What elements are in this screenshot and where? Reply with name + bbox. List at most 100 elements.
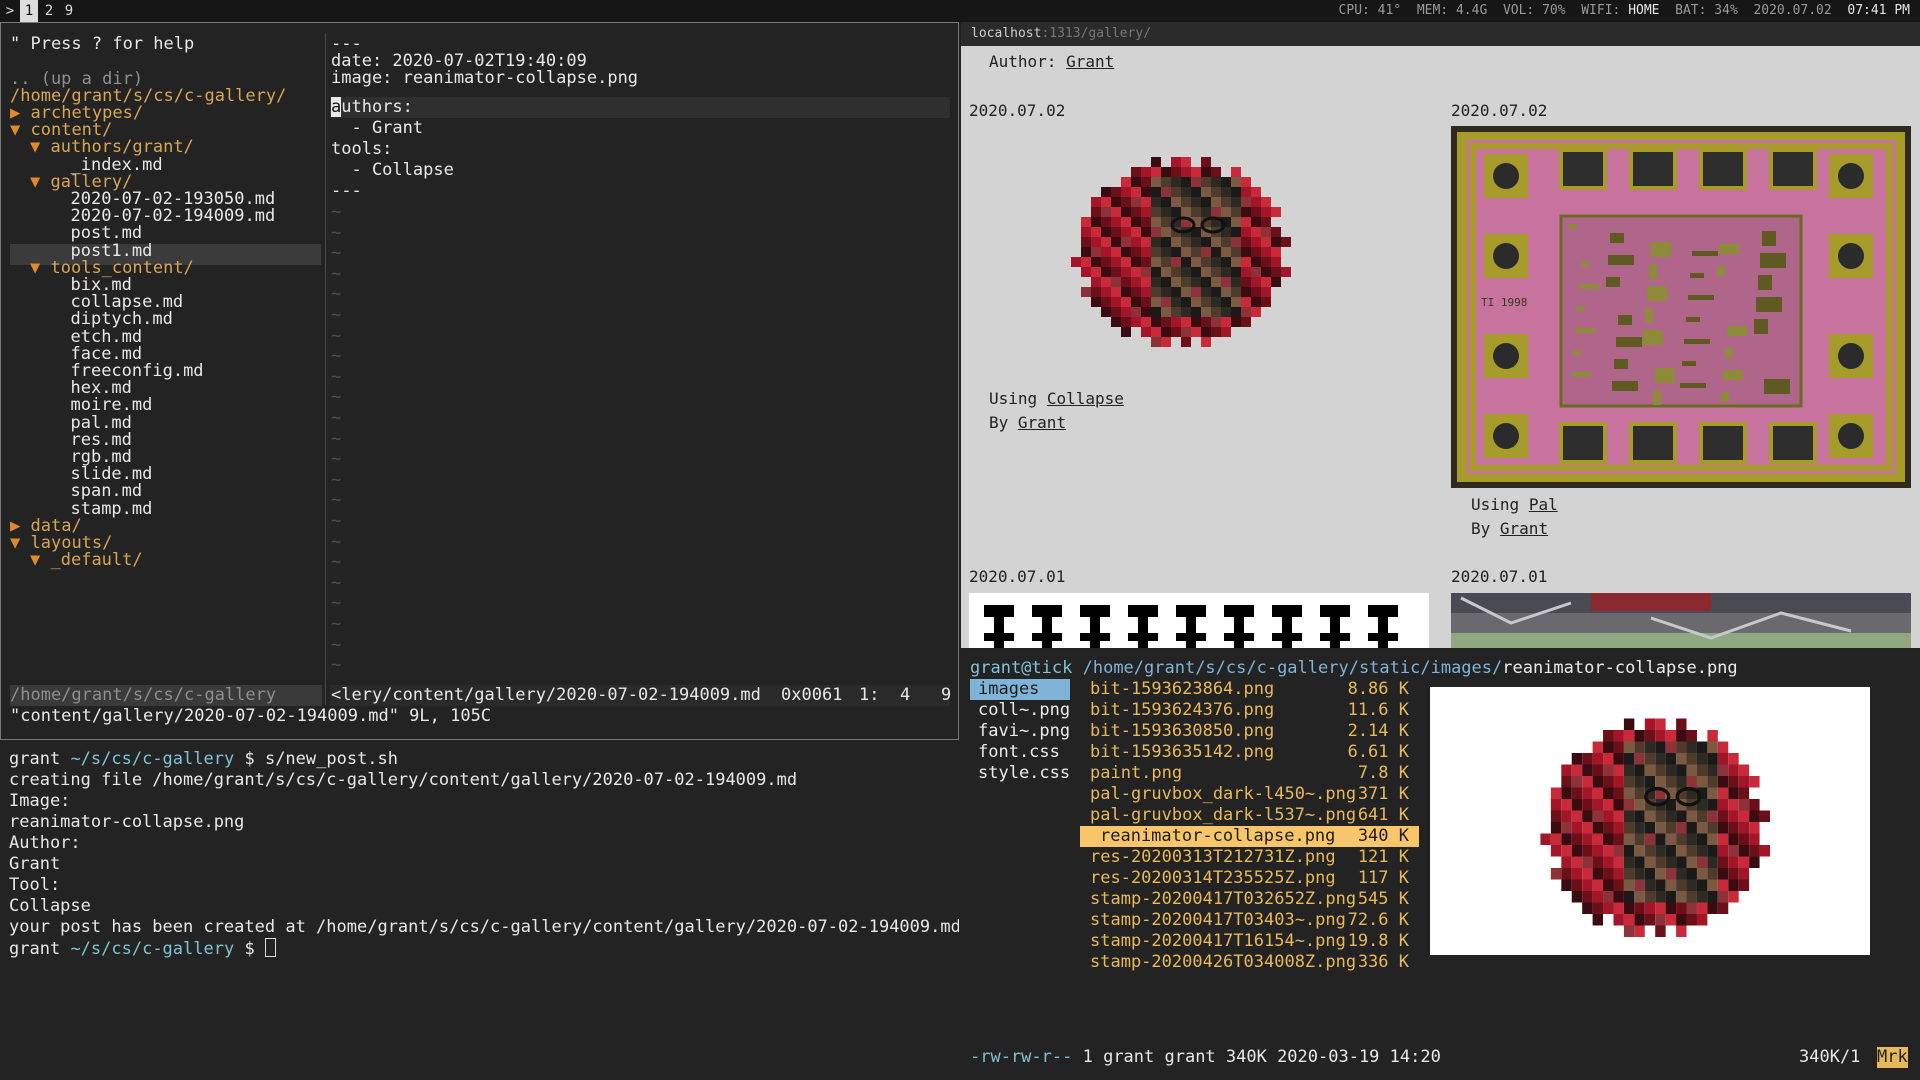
ranger-host: grant@tick — [970, 658, 1073, 678]
empty-line-tilde: ~ — [331, 202, 342, 222]
ranger-file-item[interactable]: bit-1593630850.png 2.14 K — [1080, 721, 1419, 742]
prompt-sigil: $ — [244, 749, 255, 769]
vim-window[interactable]: " Press ? for help .. (up a dir) /home/g… — [0, 22, 959, 740]
ranger-file-manager[interactable]: grant@tick /home/grant/s/cs/c-gallery/st… — [961, 650, 1920, 1080]
ranger-file-item[interactable]: bit-1593635142.png 6.61 K — [1080, 742, 1419, 763]
card-date: 2020.07.02 — [969, 101, 1066, 120]
file-size: 121 K — [1357, 847, 1409, 867]
shell-active-prompt[interactable]: grant ~/s/cs/c-gallery $ — [9, 938, 276, 959]
collapse-portrait-preview — [1540, 718, 1770, 937]
chip-die-image[interactable]: TI 1998 — [1451, 126, 1911, 488]
using-label: Using — [1471, 495, 1520, 514]
ranger-mark-indicator: Mrk — [1877, 1047, 1908, 1068]
ranger-file-item[interactable]: stamp-20200426T034008Z.png 336 K — [1080, 952, 1419, 973]
file-name: bit-1593635142.png — [1090, 742, 1275, 762]
editor-line-cursor: authors: — [331, 97, 413, 118]
expanded-arrow-icon[interactable]: ▼ — [30, 172, 40, 192]
ranger-file-item[interactable]: stamp-20200417T03403~.png 72.6 K — [1080, 910, 1419, 931]
url-host: localhost — [971, 26, 1042, 41]
ranger-file-item[interactable]: bit-1593624376.png 11.6 K — [1080, 700, 1419, 721]
editor-line: tools: — [331, 139, 393, 159]
tool-link[interactable]: Collapse — [1047, 389, 1124, 408]
author-header: Author: Grant — [989, 52, 1114, 72]
shell-output-line: creating file /home/grant/s/cs/c-gallery… — [9, 770, 798, 790]
workspace-9[interactable]: 9 — [60, 0, 78, 22]
empty-line-tilde: ~ — [331, 531, 342, 552]
empty-line-tilde: ~ — [331, 572, 342, 593]
author-link[interactable]: Grant — [1018, 413, 1066, 432]
wifi-label: WIFI: — [1581, 3, 1621, 18]
author-link[interactable]: Grant — [1500, 519, 1548, 538]
vertical-split-divider[interactable] — [325, 33, 326, 705]
expanded-arrow-icon[interactable]: ▼ — [10, 120, 20, 140]
file-permissions: -rw-rw-r-- — [970, 1047, 1073, 1067]
editor-line-text: uthors: — [341, 97, 413, 117]
author-label: Author: — [989, 52, 1057, 71]
status-bar: CPU: 41° MEM: 4.4G VOL: 70% WIFI: HOME B… — [1339, 0, 1910, 22]
ranger-file-item[interactable]: stamp-20200417T16154~.png 19.8 K — [1080, 931, 1419, 952]
shell-output-line: Tool: — [9, 875, 61, 895]
file-name: paint.png — [1090, 763, 1183, 783]
expanded-arrow-icon[interactable]: ▼ — [30, 258, 40, 278]
ranger-file-item[interactable]: pal-gruvbox_dark-l450~.png 371 K — [1080, 784, 1419, 805]
ranger-parent-item[interactable]: favi~.png — [970, 721, 1070, 742]
shell-output-line: reanimator-collapse.png — [9, 812, 245, 832]
ranger-file-item[interactable]: pal-gruvbox_dark-l537~.png 641 K — [1080, 805, 1419, 826]
file-size: 72.6 K — [1347, 910, 1409, 930]
ranger-file-item[interactable]: res-20200313T212731Z.png 121 K — [1080, 847, 1419, 868]
url-bar[interactable]: localhost:1313/gallery/ — [961, 22, 1920, 46]
ranger-file-item[interactable]: stamp-20200417T032652Z.png 545 K — [1080, 889, 1419, 910]
terminal-shell[interactable]: grant ~/s/cs/c-gallery $ s/new_post.sh c… — [0, 740, 959, 1080]
empty-line-tilde: ~ — [331, 346, 342, 367]
tree-dir-item[interactable]: ▼ _default/ — [30, 550, 143, 571]
empty-line-tilde: ~ — [331, 593, 342, 614]
ranger-file-item-selected[interactable]: reanimator-collapse.png 340 K — [1080, 826, 1419, 847]
file-name: pal-gruvbox_dark-l450~.png — [1090, 784, 1357, 804]
empty-line-tilde: ~ — [331, 469, 342, 490]
card-author-line: By Grant — [989, 413, 1066, 433]
empty-line-tilde: ~ — [331, 305, 342, 325]
date-status: 2020.07.02 — [1753, 3, 1832, 18]
empty-line-tilde: ~ — [331, 428, 342, 449]
shell-output-line: Image: — [9, 791, 71, 811]
expanded-arrow-icon[interactable]: ▼ — [30, 137, 40, 157]
expanded-arrow-icon[interactable]: ▼ — [30, 550, 40, 570]
shell-command: s/new_post.sh — [264, 749, 399, 769]
prompt-user: grant — [9, 939, 61, 959]
file-name: res-20200314T235525Z.png — [1090, 868, 1336, 888]
shell-output-line: your post has been created at /home/gran… — [9, 917, 959, 937]
file-size: 641 K — [1357, 805, 1409, 825]
empty-line-tilde: ~ — [331, 614, 342, 634]
file-size: 336 K — [1357, 952, 1409, 972]
ranger-statusbar: -rw-rw-r-- 1 grant grant 340K 2020-03-19… — [970, 1047, 1441, 1068]
terminal-cursor — [264, 938, 276, 957]
tool-link[interactable]: Pal — [1529, 495, 1558, 514]
browser-window[interactable]: localhost:1313/gallery/ Author: Grant 20… — [961, 22, 1920, 648]
file-size: 19.8 K — [1347, 931, 1409, 951]
file-size: 545 K — [1357, 889, 1409, 909]
workspace-2[interactable]: 2 — [40, 0, 58, 22]
ranger-parent-item[interactable]: style.css — [970, 763, 1070, 784]
shell-prompt-line: grant ~/s/cs/c-gallery $ s/new_post.sh — [9, 749, 398, 770]
empty-line-tilde: ~ — [331, 366, 342, 387]
prompt-indicator: > — [5, 3, 15, 19]
ranger-file-item[interactable]: paint.png 7.8 K — [1080, 763, 1419, 784]
ranger-parent-item[interactable]: font.css — [970, 742, 1070, 763]
clock: 07:41 PM — [1847, 3, 1910, 18]
collapse-portrait-image[interactable] — [1061, 147, 1291, 347]
workspace-1[interactable]: 1 — [20, 0, 38, 22]
author-link[interactable]: Grant — [1066, 52, 1114, 71]
file-info: 1 grant grant 340K 2020-03-19 14:20 — [1082, 1047, 1441, 1067]
expanded-arrow-icon[interactable]: ▼ — [10, 533, 20, 553]
empty-line-tilde: ~ — [331, 655, 342, 676]
bitmap-pattern-image[interactable] — [969, 593, 1429, 648]
ranger-parent-item[interactable]: coll~.png — [970, 700, 1070, 721]
prompt-sigil: $ — [244, 939, 255, 959]
texture-photo-image[interactable] — [1451, 593, 1911, 648]
top-bar: > 1 2 9 CPU: 41° MEM: 4.4G VOL: 70% WIFI… — [0, 0, 1920, 22]
ranger-parent-item[interactable]: images — [970, 679, 1070, 700]
file-name: stamp-20200426T034008Z.png — [1090, 952, 1357, 972]
ranger-file-item[interactable]: res-20200314T235525Z.png 117 K — [1080, 868, 1419, 889]
ranger-file-item[interactable]: bit-1593623864.png 8.86 K — [1080, 679, 1419, 700]
mem-status: MEM: 4.4G — [1416, 3, 1488, 18]
